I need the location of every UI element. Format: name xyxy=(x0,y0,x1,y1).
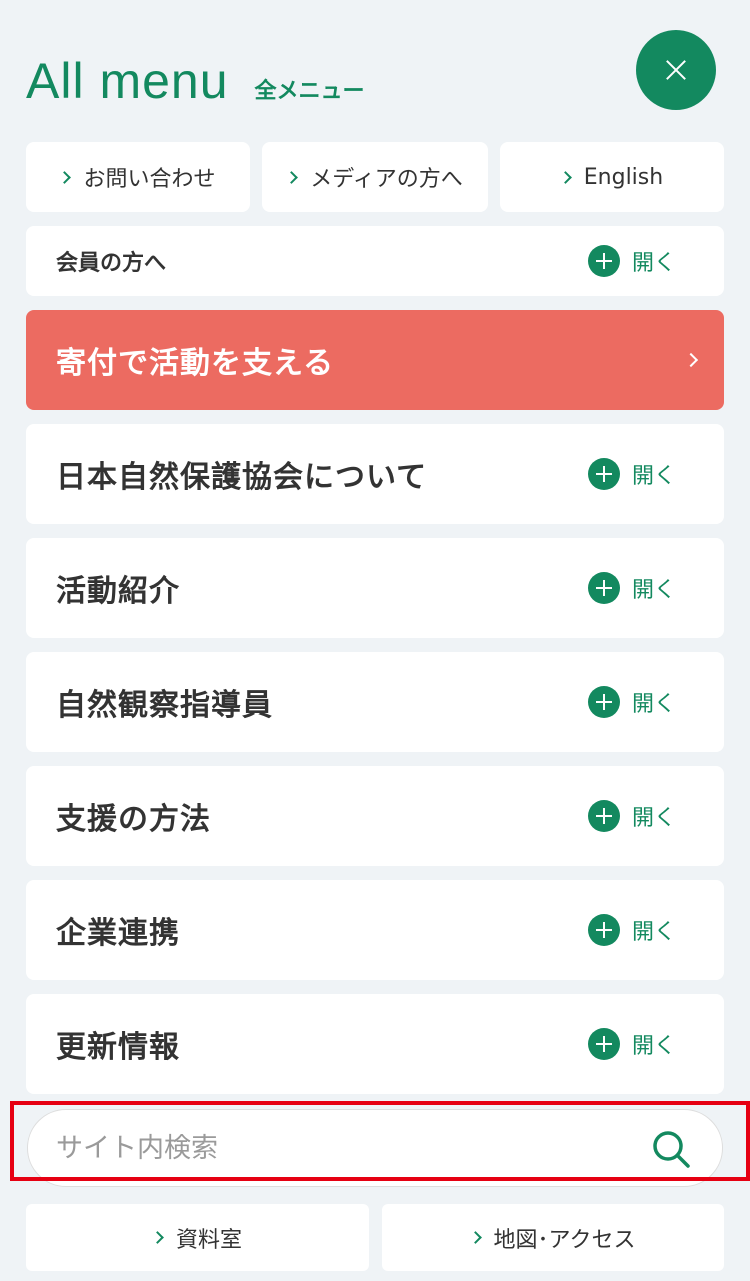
donate-label: 寄付で活動を支える xyxy=(56,346,335,381)
page-subtitle: 全メニュー xyxy=(254,79,365,104)
page-title: All menu xyxy=(26,53,229,109)
search-highlight-box xyxy=(10,1101,750,1181)
plus-icon xyxy=(587,914,620,946)
plus-icon xyxy=(587,572,620,604)
open-toggle-label: 開く xyxy=(631,920,676,945)
media-link[interactable]: メディアの方へ xyxy=(262,142,488,212)
chevron-right-icon xyxy=(151,1231,164,1244)
open-toggle[interactable]: 開く xyxy=(587,800,676,832)
chevron-right-icon xyxy=(683,352,699,368)
media-link-label: メディアの方へ xyxy=(310,167,463,192)
menu-item-support[interactable]: 支援の方法 開く xyxy=(26,766,724,866)
chevron-right-icon xyxy=(468,1231,482,1244)
menu-item-activities[interactable]: 活動紹介 開く xyxy=(26,538,724,638)
open-toggle[interactable]: 開く xyxy=(587,686,676,718)
plus-icon xyxy=(587,686,620,718)
member-menu-item[interactable]: 会員の方へ 開く xyxy=(26,226,724,296)
menu-item-about[interactable]: 日本自然保護協会について 開く xyxy=(26,424,724,524)
open-toggle[interactable]: 開く xyxy=(587,914,676,946)
close-button[interactable] xyxy=(636,30,716,110)
plus-icon xyxy=(587,458,620,490)
menu-item-label: 活動紹介 xyxy=(56,574,180,609)
english-link[interactable]: English xyxy=(500,142,724,212)
plus-icon xyxy=(587,800,620,832)
plus-icon xyxy=(587,245,620,277)
menu-header: All menu 全メニュー xyxy=(26,52,365,110)
library-link-label: 資料室 xyxy=(175,1227,242,1253)
menu-item-label: 企業連携 xyxy=(56,916,180,951)
open-toggle-label: 開く xyxy=(631,251,676,276)
open-toggle-label: 開く xyxy=(631,578,676,603)
open-toggle-label: 開く xyxy=(631,1034,676,1059)
contact-link[interactable]: お問い合わせ xyxy=(26,142,250,212)
open-toggle[interactable]: 開く xyxy=(587,1028,676,1060)
plus-icon xyxy=(587,1028,620,1060)
map-access-link[interactable]: 地図･アクセス xyxy=(382,1204,724,1271)
open-toggle-label: 開く xyxy=(631,464,676,489)
library-link[interactable]: 資料室 xyxy=(26,1204,369,1271)
contact-link-label: お問い合わせ xyxy=(83,167,216,192)
open-toggle-label: 開く xyxy=(631,692,676,717)
map-access-link-label: 地図･アクセス xyxy=(493,1227,636,1253)
chevron-right-icon xyxy=(558,170,572,184)
menu-item-label: 日本自然保護協会について xyxy=(56,460,428,495)
menu-item-label: 支援の方法 xyxy=(56,802,211,837)
english-link-label: English xyxy=(583,164,664,190)
chevron-right-icon xyxy=(58,170,72,184)
menu-item-nature-guides[interactable]: 自然観察指導員 開く xyxy=(26,652,724,752)
menu-item-corporate[interactable]: 企業連携 開く xyxy=(26,880,724,980)
menu-item-updates[interactable]: 更新情報 開く xyxy=(26,994,724,1094)
menu-item-label: 自然観察指導員 xyxy=(56,688,273,723)
member-menu-label: 会員の方へ xyxy=(56,251,167,276)
open-toggle-label: 開く xyxy=(631,806,676,831)
open-toggle[interactable]: 開く xyxy=(587,245,676,277)
donate-button[interactable]: 寄付で活動を支える xyxy=(26,310,724,410)
open-toggle[interactable]: 開く xyxy=(587,572,676,604)
open-toggle[interactable]: 開く xyxy=(587,458,676,490)
menu-item-label: 更新情報 xyxy=(56,1030,180,1065)
chevron-right-icon xyxy=(285,170,299,184)
